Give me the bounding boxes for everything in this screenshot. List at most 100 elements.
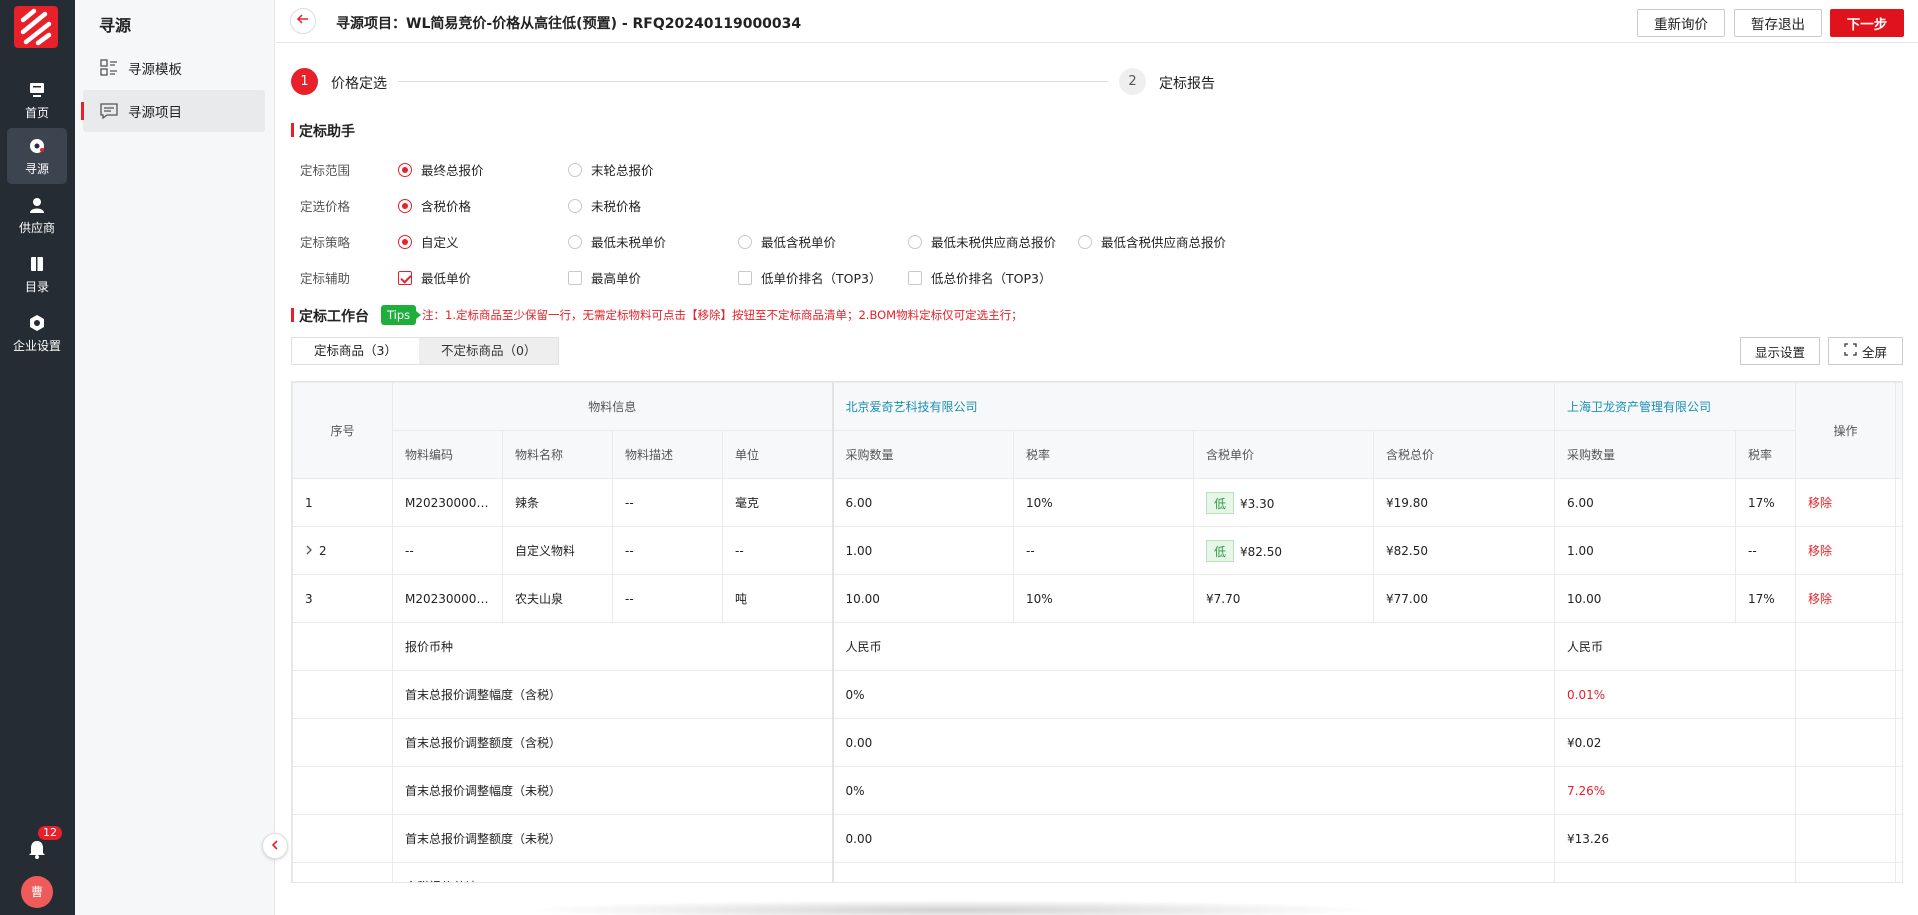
step-connector bbox=[398, 81, 1108, 82]
arrow-left-icon bbox=[296, 12, 310, 30]
bid-table: 序号 物料信息 北京爱奇艺科技有限公司 上海卫龙资产管理有限公司 操作 物料编码… bbox=[291, 381, 1903, 883]
collapse-sidebar-button[interactable] bbox=[262, 833, 288, 859]
save-exit-button[interactable]: 暂存退出 bbox=[1734, 9, 1822, 37]
rail-item-catalog[interactable]: 目录 bbox=[7, 246, 67, 302]
rail-item-label: 寻源 bbox=[24, 161, 49, 176]
tips-text: 注：1.定标商品至少保留一行，无需定标物料可点击【移除】按钮至不定标商品清单；2… bbox=[422, 308, 1023, 322]
template-list-icon bbox=[99, 58, 119, 78]
header-unit: 单位 bbox=[721, 430, 834, 479]
header-name: 物料名称 bbox=[502, 430, 613, 479]
avatar[interactable]: 曹 bbox=[21, 876, 53, 908]
back-button[interactable] bbox=[290, 8, 316, 34]
rail-item-supplier[interactable]: 供应商 bbox=[7, 187, 67, 243]
low-price-tag: 低 bbox=[1206, 491, 1235, 514]
scope-label: 定标范围 bbox=[300, 163, 351, 178]
step-1-number: 1 bbox=[291, 68, 318, 95]
price-tax-incl-radio[interactable]: 含税价格 bbox=[398, 196, 471, 215]
chevron-right-icon[interactable] bbox=[305, 544, 313, 558]
step-2-label: 定标报告 bbox=[1159, 76, 1215, 92]
summary-row: 首末总报价调整额度（未税） 0.00 ¥13.26 bbox=[292, 814, 1902, 863]
fullscreen-button[interactable]: 全屏 bbox=[1828, 337, 1903, 365]
aid-label: 定标辅助 bbox=[300, 271, 351, 286]
tips-badge: Tips bbox=[381, 305, 422, 325]
aid-low-unit-rank-checkbox[interactable]: 低单价排名（TOP3） bbox=[738, 268, 881, 287]
next-step-button[interactable]: 下一步 bbox=[1830, 9, 1904, 37]
notification-badge: 12 bbox=[36, 824, 64, 842]
summary-row: 首末总报价调整幅度（含税） 0% 0.01% bbox=[292, 670, 1902, 719]
rail-item-label: 企业设置 bbox=[12, 338, 61, 353]
header-supplier-2[interactable]: 上海卫龙资产管理有限公司 bbox=[1554, 382, 1797, 431]
step-1-label: 价格定选 bbox=[331, 76, 387, 92]
subnav-item-label: 寻源项目 bbox=[128, 105, 182, 121]
summary-row: 报价币种 人民币 人民币 bbox=[292, 622, 1902, 671]
scroll-shadow bbox=[520, 900, 1380, 915]
header-qty-2: 采购数量 bbox=[1554, 430, 1737, 479]
reinquire-button[interactable]: 重新询价 bbox=[1637, 9, 1725, 37]
chevron-left-icon bbox=[270, 839, 280, 854]
price-type-label: 定选价格 bbox=[300, 199, 351, 214]
aid-max-unit-checkbox[interactable]: 最高单价 bbox=[568, 268, 641, 287]
header-tax: 税率 bbox=[1013, 430, 1195, 479]
remove-link[interactable]: 移除 bbox=[1808, 544, 1832, 558]
header-supplier-1[interactable]: 北京爱奇艺科技有限公司 bbox=[831, 382, 1556, 431]
summary-row: 含税报价总计 ¥179.30 ¥231.74 bbox=[292, 862, 1902, 882]
page-header: 寻源项目：WL简易竞价-价格从高往低(预置) - RFQ202401190000… bbox=[276, 0, 1918, 43]
strategy-label: 定标策略 bbox=[300, 235, 351, 250]
table-row: 1 M202300000... 辣条 -- 毫克 6.00 10% 低 ¥3.30… bbox=[292, 478, 1902, 527]
subnav-item-project[interactable]: 寻源项目 bbox=[81, 90, 265, 132]
rail-item-label: 目录 bbox=[24, 279, 49, 294]
header-code: 物料编码 bbox=[392, 430, 503, 479]
strategy-min-untaxed-total-radio[interactable]: 最低未税供应商总报价 bbox=[908, 232, 1056, 251]
header-total: 含税总价 bbox=[1373, 430, 1556, 479]
workbench-title: 定标工作台 bbox=[291, 306, 369, 326]
rail-item-label: 首页 bbox=[24, 105, 49, 120]
app-logo[interactable] bbox=[14, 6, 58, 48]
header-desc: 物料描述 bbox=[612, 430, 723, 479]
strategy-min-taxed-total-radio[interactable]: 最低含税供应商总报价 bbox=[1078, 232, 1226, 251]
price-tax-excl-radio[interactable]: 未税价格 bbox=[568, 196, 641, 215]
rail-item-enterprise-settings[interactable]: 企业设置 bbox=[7, 305, 67, 361]
low-price-tag: 低 bbox=[1206, 539, 1235, 562]
rail-item-home[interactable]: 首页 bbox=[7, 72, 67, 128]
summary-row: 首末总报价调整幅度（未税） 0% 7.26% bbox=[292, 766, 1902, 815]
aid-min-unit-checkbox[interactable]: 最低单价 bbox=[398, 268, 471, 287]
table-row: 2 -- 自定义物料 -- -- 1.00 -- 低 ¥82.50 ¥82.50 … bbox=[292, 526, 1902, 575]
fullscreen-icon bbox=[1844, 343, 1857, 359]
header-action: 操作 bbox=[1795, 382, 1897, 479]
project-chat-icon bbox=[99, 101, 119, 121]
subnav-title: 寻源 bbox=[99, 16, 132, 35]
main-sidebar: 首页 寻源 供应商 目录 企业设置 12 曹 bbox=[0, 0, 75, 915]
compass-icon bbox=[27, 136, 47, 156]
header-unit-price: 含税单价 bbox=[1193, 430, 1375, 479]
assistant-title: 定标助手 bbox=[291, 121, 355, 141]
aid-low-total-rank-checkbox[interactable]: 低总价排名（TOP3） bbox=[908, 268, 1051, 287]
secondary-sidebar: 寻源 寻源模板 寻源项目 bbox=[75, 0, 275, 915]
table-row: 3 M202300000... 农夫山泉 -- 吨 10.00 10% ¥7.7… bbox=[292, 574, 1902, 623]
strategy-custom-radio[interactable]: 自定义 bbox=[398, 232, 459, 251]
tab-bid-items[interactable]: 定标商品（3） bbox=[292, 338, 419, 364]
step-2-number: 2 bbox=[1119, 68, 1146, 95]
rail-item-sourcing[interactable]: 寻源 bbox=[7, 128, 67, 184]
header-qty: 采购数量 bbox=[831, 430, 1015, 479]
remove-link[interactable]: 移除 bbox=[1808, 496, 1832, 510]
scope-final-radio[interactable]: 最终总报价 bbox=[398, 160, 484, 179]
summary-row: 首末总报价调整额度（含税） 0.00 ¥0.02 bbox=[292, 718, 1902, 767]
book-icon bbox=[27, 254, 47, 274]
header-index: 序号 bbox=[292, 382, 393, 479]
remove-link[interactable]: 移除 bbox=[1808, 592, 1832, 606]
tab-non-bid-items[interactable]: 不定标商品（0） bbox=[418, 338, 559, 364]
bid-tabs: 定标商品（3） 不定标商品（0） bbox=[291, 337, 560, 365]
subnav-item-label: 寻源模板 bbox=[128, 62, 182, 78]
subnav-item-template[interactable]: 寻源模板 bbox=[83, 47, 265, 89]
monitor-icon bbox=[27, 80, 47, 100]
header-material-info: 物料信息 bbox=[391, 382, 834, 431]
display-settings-button[interactable]: 显示设置 bbox=[1740, 337, 1820, 365]
header-tax-2: 税率 bbox=[1735, 430, 1797, 479]
strategy-min-untaxed-unit-radio[interactable]: 最低未税单价 bbox=[568, 232, 666, 251]
strategy-min-taxed-unit-radio[interactable]: 最低含税单价 bbox=[738, 232, 836, 251]
page-title: 寻源项目：WL简易竞价-价格从高往低(预置) - RFQ202401190000… bbox=[336, 16, 802, 32]
gear-icon bbox=[27, 313, 47, 333]
scope-last-round-radio[interactable]: 末轮总报价 bbox=[568, 160, 654, 179]
person-icon bbox=[27, 195, 47, 215]
rail-item-label: 供应商 bbox=[18, 220, 55, 235]
